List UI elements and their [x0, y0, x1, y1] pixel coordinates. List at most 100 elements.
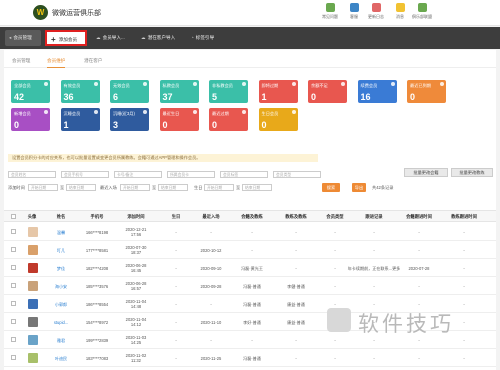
cell-name[interactable]: 梦佳: [42, 266, 80, 271]
search-button[interactable]: 搜索: [322, 183, 340, 192]
row-checkbox[interactable]: [11, 283, 16, 288]
table-row[interactable]: 梦佳 182****4208 2020-06-28 16:45 - 2020-09-10…: [4, 259, 496, 277]
stat-tile[interactable]: 新增会员 0: [11, 108, 50, 131]
member-manage-button[interactable]: ◂ 会员管理: [5, 30, 41, 46]
tile-label: 新增会员: [14, 111, 31, 116]
table-row[interactable]: 叶迪民 183****7083 2020-11-02 11:32 - 2020-11-2…: [4, 349, 496, 367]
tile-value: 36: [63, 92, 74, 102]
tab-potential[interactable]: 潜在客户: [84, 58, 102, 64]
stat-tile[interactable]: 私教会员 37: [159, 80, 199, 103]
row-checkbox[interactable]: [11, 301, 16, 306]
row-checkbox[interactable]: [11, 337, 16, 342]
row-checkbox[interactable]: [11, 247, 16, 252]
topnav-item-0[interactable]: 常见问题: [317, 3, 343, 20]
row-checkbox[interactable]: [11, 229, 16, 234]
birthday-end-input[interactable]: 结束日期: [242, 184, 272, 191]
column-header[interactable]: 会籍及教练: [234, 214, 270, 220]
cell-enter: 2020-10-12: [200, 248, 222, 253]
column-header[interactable]: 教练跟进时间: [446, 214, 482, 220]
stat-tile[interactable]: 沉睡会员 1: [60, 108, 100, 131]
stat-tile[interactable]: 非私教会员 5: [209, 80, 248, 103]
tile-value: 16: [360, 92, 371, 102]
tag-select[interactable]: 会员标签: [220, 171, 268, 178]
type-select[interactable]: 会员类型: [273, 171, 321, 178]
stat-tile[interactable]: 余额不足 0: [308, 80, 347, 103]
cell-name[interactable]: 海小安: [42, 284, 80, 289]
cell-name[interactable]: stupid...: [42, 320, 80, 325]
cell-coach: 李健·普通: [287, 284, 305, 289]
tab-member-manage[interactable]: 会员管理: [12, 58, 30, 64]
tag-guide-button[interactable]: ◔ 标签引导: [187, 30, 214, 46]
table-row[interactable]: 叮几 177****8581 2020-07-30 18:37 - 2020-10-12…: [4, 241, 496, 259]
brand-logo[interactable]: W: [33, 5, 48, 20]
column-header[interactable]: 姓名: [43, 214, 79, 220]
add-end-input[interactable]: 结束日期: [66, 184, 96, 191]
row-checkbox[interactable]: [11, 355, 16, 360]
table-row[interactable]: 海小安 185****3576 2020-06-28 16:57 - 2020-09-2…: [4, 277, 496, 295]
stat-tile[interactable]: 生日会员 0: [258, 108, 298, 131]
stat-tile[interactable]: 最近过期 0: [209, 108, 248, 131]
column-header[interactable]: 生日: [158, 214, 194, 220]
cloud-icon: ☁: [141, 35, 146, 40]
info-icon: [143, 82, 147, 86]
stat-tile[interactable]: 有效会员 36: [60, 80, 100, 103]
add-member-button[interactable]: + 添加会员: [45, 30, 87, 46]
export-button[interactable]: 导出: [352, 183, 366, 192]
column-header[interactable]: 会籍跟进时间: [401, 214, 437, 220]
column-header[interactable]: 会员类型: [317, 214, 353, 220]
avatar: [28, 281, 38, 291]
cell-ct: -: [463, 284, 465, 289]
cell-name[interactable]: 温馨: [42, 230, 80, 235]
avatar: [28, 299, 38, 309]
phone-input[interactable]: 会员手机号: [61, 171, 109, 178]
select-all-checkbox[interactable]: [11, 214, 16, 219]
column-header[interactable]: 添加时间: [118, 214, 154, 220]
tab-member-maintain[interactable]: 会员维护: [47, 58, 66, 68]
cell-added: 2020-06-28 16:45: [125, 263, 147, 273]
batch-coach-button[interactable]: 批量更改教练: [451, 168, 493, 177]
cell-name[interactable]: 叮几: [42, 248, 80, 253]
action-toolbar: ◂ 会员管理 + 添加会员 ☁ 会员导入... ☁ 潜在客户导入 ◔ 标签引导: [0, 27, 500, 49]
stat-tile[interactable]: 全部会员 42: [11, 80, 50, 103]
cell-name[interactable]: 雅君: [42, 338, 80, 343]
cell-name[interactable]: 小郭郎: [42, 302, 80, 307]
column-header[interactable]: 手机号: [79, 214, 115, 220]
tile-label: 最近已到期: [410, 83, 431, 88]
enter-start-input[interactable]: 开始日期: [120, 184, 150, 191]
cell-phone: 183****7083: [85, 356, 109, 361]
column-header[interactable]: 最近入场: [193, 214, 229, 220]
stat-tile[interactable]: 最近生日 0: [159, 108, 199, 131]
name-input[interactable]: 会员姓名: [8, 171, 56, 178]
birthday-start-input[interactable]: 开始日期: [204, 184, 234, 191]
row-checkbox[interactable]: [11, 319, 16, 324]
cardno-input[interactable]: 卡号/备注: [114, 171, 162, 178]
stat-tile[interactable]: 最近已到期 0: [407, 80, 446, 103]
cell-added: 2020-07-30 18:37: [125, 245, 147, 255]
cell-ct: -: [463, 248, 465, 253]
batch-member-button[interactable]: 批量更改会籍: [404, 168, 448, 177]
table-row[interactable]: 温馨 166****8198 2020-12-21 17:56- - - - - - - -: [4, 223, 496, 241]
column-header[interactable]: 跟进记录: [356, 214, 392, 220]
topnav-item-4[interactable]: 俱乐部联盟: [409, 3, 435, 20]
birthday-label: 生日: [194, 185, 203, 190]
topnav-icon: [349, 3, 359, 12]
avatar: [28, 227, 38, 237]
column-header[interactable]: 教练及教练: [278, 214, 314, 220]
enter-end-input[interactable]: 结束日期: [158, 184, 188, 191]
topnav-item-2[interactable]: 更新日志: [363, 3, 389, 20]
avatar: [28, 317, 38, 327]
stat-tile[interactable]: 无效会员 6: [110, 80, 149, 103]
cell-name[interactable]: 叶迪民: [42, 356, 80, 361]
card-select[interactable]: 所属会员卡: [167, 171, 215, 178]
cell-birthday: -: [175, 302, 177, 307]
add-start-input[interactable]: 开始日期: [28, 184, 58, 191]
cell-follow: -: [373, 356, 375, 361]
member-import-button[interactable]: ☁ 会员导入...: [92, 30, 125, 46]
cell-membership: -: [251, 230, 253, 235]
stat-tile[interactable]: 即将过期 1: [258, 80, 298, 103]
stat-tile[interactable]: 沉睡(近3月) 3: [110, 108, 149, 131]
potential-import-button[interactable]: ☁ 潜在客户导入: [137, 30, 175, 46]
stat-tile[interactable]: 续费会员 16: [357, 80, 397, 103]
info-icon: [341, 82, 345, 86]
row-checkbox[interactable]: [11, 265, 16, 270]
